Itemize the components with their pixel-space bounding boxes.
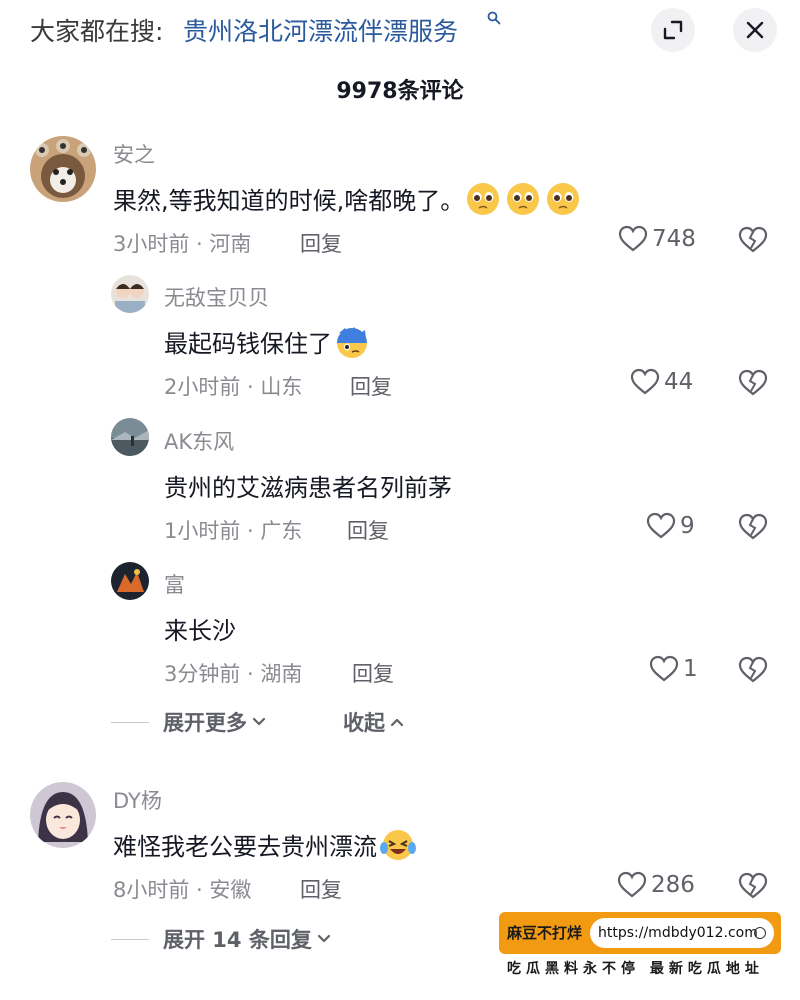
heart-icon <box>630 368 660 395</box>
comment-text: 难怪我老公要去贵州漂流 <box>113 827 417 868</box>
expand-more-button[interactable]: 展开更多 <box>111 707 266 737</box>
circle-icon <box>754 927 766 939</box>
reply-button[interactable]: 回复 <box>300 228 342 258</box>
heart-icon <box>646 512 676 539</box>
dislike-icon[interactable] <box>738 872 768 904</box>
collapse-button[interactable]: 收起 <box>343 707 404 737</box>
comment-author[interactable]: DY杨 <box>113 785 162 815</box>
comment-author[interactable]: 安之 <box>113 139 155 169</box>
like-count: 286 <box>651 872 695 898</box>
avatar[interactable] <box>111 418 149 456</box>
dislike-icon[interactable] <box>738 369 768 401</box>
reply-text: 贵州的艾滋病患者名列前茅 <box>164 474 452 502</box>
promo-label: 麻豆不打烊 <box>507 924 583 942</box>
chevron-down-icon <box>317 934 330 943</box>
reply-author[interactable]: 富 <box>164 569 185 599</box>
reply-button[interactable]: 回复 <box>347 515 389 545</box>
crying-laughing-face-emoji <box>379 828 417 868</box>
avatar[interactable] <box>111 562 149 600</box>
comment-meta: 3小时前 · 河南 <box>113 232 252 256</box>
chevron-up-icon <box>390 718 404 727</box>
top-bar: 大家都在搜: 贵州洛北河漂流伴漂服务 <box>0 0 800 66</box>
search-suggestion-link[interactable]: 贵州洛北河漂流伴漂服务 <box>183 12 458 48</box>
reply-text: 来长沙 <box>164 617 236 645</box>
divider <box>111 721 149 723</box>
avatar[interactable] <box>30 136 96 202</box>
like-button[interactable]: 44 <box>630 368 693 396</box>
like-button[interactable]: 9 <box>646 512 695 540</box>
close-icon <box>746 21 764 39</box>
like-count: 44 <box>664 369 694 395</box>
heart-icon <box>618 225 648 252</box>
dislike-icon[interactable] <box>738 226 768 258</box>
reply-button[interactable]: 回复 <box>350 371 392 401</box>
chevron-down-icon <box>252 717 266 726</box>
reply-meta: 2小时前 · 山东 <box>164 375 303 399</box>
search-suggestion-prefix: 大家都在搜: <box>30 17 164 46</box>
expand-icon <box>663 20 683 40</box>
heart-icon <box>617 871 647 898</box>
reply-meta: 3分钟前 · 湖南 <box>164 662 303 686</box>
like-button[interactable]: 286 <box>617 871 695 899</box>
expand-replies-button[interactable]: 展开 14 条回复 <box>111 924 331 954</box>
reply-text: 最起码钱保住了 <box>164 324 370 365</box>
like-count: 9 <box>680 513 695 539</box>
comment-text: 果然,等我知道的时候,啥都晚了。 <box>113 181 580 222</box>
like-count: 748 <box>652 226 696 252</box>
comment-meta: 8小时前 · 安徽 <box>113 878 252 902</box>
promo-url[interactable]: https://mdbdy012.com <box>590 918 774 948</box>
like-count: 1 <box>683 656 698 682</box>
cold-sweat-face-emoji <box>334 325 370 365</box>
promo-tagline: 吃瓜黑料永不停 最新吃瓜地址 <box>507 961 764 977</box>
close-button[interactable] <box>733 8 777 52</box>
like-button[interactable]: 1 <box>649 655 698 683</box>
reply-author[interactable]: 无敌宝贝贝 <box>164 282 269 312</box>
dislike-icon[interactable] <box>738 513 768 545</box>
avatar[interactable] <box>111 275 149 313</box>
comment-count-title: 9978条评论 <box>336 79 464 104</box>
reply-button[interactable]: 回复 <box>352 658 394 688</box>
reply-meta: 1小时前 · 广东 <box>164 519 303 543</box>
reply-author[interactable]: AK东风 <box>164 426 234 456</box>
search-icon[interactable] <box>487 10 501 30</box>
avatar[interactable] <box>30 782 96 848</box>
divider <box>111 938 149 940</box>
expand-button[interactable] <box>651 8 695 52</box>
heart-icon <box>649 655 679 682</box>
promo-banner[interactable]: 麻豆不打烊 https://mdbdy012.com <box>499 912 781 954</box>
pleading-face-emoji <box>466 182 580 222</box>
dislike-icon[interactable] <box>738 656 768 688</box>
reply-button[interactable]: 回复 <box>300 874 342 904</box>
like-button[interactable]: 748 <box>618 225 696 253</box>
